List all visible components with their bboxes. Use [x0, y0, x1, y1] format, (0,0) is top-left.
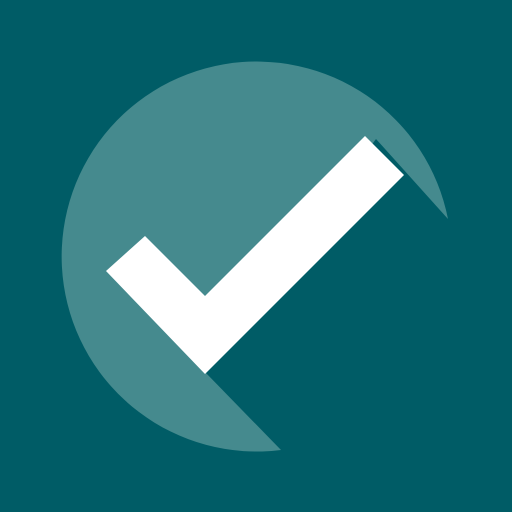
app-icon: [0, 0, 512, 512]
checkmark-icon: [0, 0, 512, 512]
